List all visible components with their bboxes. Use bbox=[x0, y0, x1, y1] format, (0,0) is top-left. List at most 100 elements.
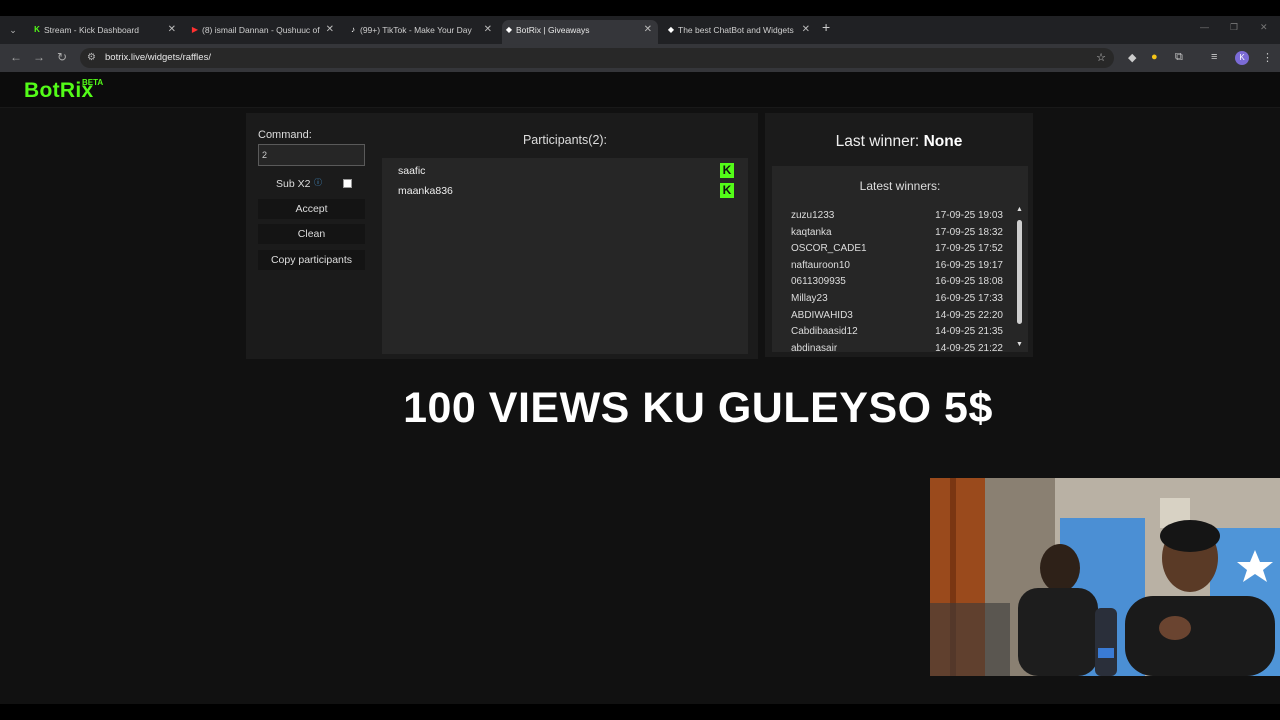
tab-title: Stream - Kick Dashboard bbox=[44, 25, 139, 35]
profile-avatar[interactable]: K bbox=[1235, 51, 1249, 65]
participant-name: maanka836 bbox=[398, 185, 453, 197]
participant-name: saafic bbox=[398, 165, 426, 177]
new-tab-plus-icon[interactable]: + bbox=[822, 19, 830, 35]
webcam-video bbox=[930, 478, 1280, 676]
kick-icon: K bbox=[720, 183, 734, 198]
participants-list[interactable]: saafic K maanka836 K bbox=[382, 158, 748, 354]
bottom-black-strip bbox=[0, 704, 1280, 720]
winner-name: ABDIWAHID3 bbox=[791, 309, 853, 321]
extensions-puzzle-icon[interactable]: ⧉ bbox=[1175, 51, 1183, 64]
forward-arrow-icon[interactable]: → bbox=[33, 50, 45, 64]
maximize-icon[interactable]: ❐ bbox=[1230, 22, 1238, 33]
winner-name: Cabdibaasid12 bbox=[791, 326, 858, 338]
tab-search-chevron-icon[interactable]: ⌄ bbox=[4, 21, 22, 39]
page-content: BotRix BETA Command: Sub X2 ⓘ Accept Cle… bbox=[0, 72, 1280, 704]
kick-icon: K bbox=[34, 25, 40, 34]
media-controls-icon[interactable]: ≡ bbox=[1211, 51, 1217, 63]
participant-row[interactable]: saafic K bbox=[398, 163, 734, 181]
winner-row: zuzu1233 17-09-25 19:03 bbox=[791, 210, 1003, 226]
extension-badge-icon[interactable]: ● bbox=[1151, 51, 1158, 63]
close-icon[interactable]: ✕ bbox=[644, 20, 652, 40]
last-winner-value: None bbox=[923, 133, 963, 150]
beta-badge: BETA bbox=[82, 78, 104, 87]
latest-winners-title: Latest winners: bbox=[859, 179, 941, 193]
participant-row[interactable]: maanka836 K bbox=[398, 183, 734, 201]
winner-panel: Last winner: None Latest winners: zuzu12… bbox=[765, 113, 1033, 357]
winner-row: naftauroon10 16-09-25 19:17 bbox=[791, 260, 1003, 276]
winner-row: Millay23 16-09-25 17:33 bbox=[791, 293, 1003, 309]
tab-youtube[interactable]: ▶ (8) ismail Dannan - Qushuuc of ✕ bbox=[188, 20, 340, 44]
winner-date: 14-09-25 22:20 bbox=[935, 309, 1003, 321]
winner-date: 14-09-25 21:35 bbox=[935, 326, 1003, 338]
raffle-panel: Command: Sub X2 ⓘ Accept Clean Copy part… bbox=[246, 113, 758, 359]
winner-name: abdinasair bbox=[791, 342, 838, 352]
window-close-icon[interactable]: ✕ bbox=[1260, 22, 1268, 33]
winner-date: 16-09-25 19:17 bbox=[935, 259, 1003, 271]
latest-winners-box: Latest winners: zuzu1233 17-09-25 19:03 ka… bbox=[772, 166, 1028, 352]
winners-scrollbar[interactable]: ▲ ▼ bbox=[1015, 206, 1024, 352]
close-icon[interactable]: ✕ bbox=[802, 20, 810, 40]
tab-kick-dashboard[interactable]: K Stream - Kick Dashboard ✕ bbox=[30, 20, 182, 44]
sub-x2-label: Sub X2 bbox=[276, 178, 311, 190]
winner-date: 17-09-25 17:52 bbox=[935, 243, 1003, 255]
bookmark-star-icon[interactable]: ☆ bbox=[1096, 51, 1106, 64]
winner-date: 16-09-25 17:33 bbox=[935, 293, 1003, 304]
winner-name: zuzu1233 bbox=[791, 210, 835, 221]
winner-name: 0611309935 bbox=[791, 276, 846, 288]
address-bar[interactable]: ⚙ botrix.live/widgets/raffles/ ☆ bbox=[80, 48, 1114, 68]
clean-button[interactable]: Clean bbox=[258, 224, 365, 244]
tab-title: (8) ismail Dannan - Qushuuc of bbox=[202, 25, 320, 35]
winner-row: abdinasair 14-09-25 21:22 bbox=[791, 343, 1003, 352]
botrix-icon: ◆ bbox=[505, 25, 513, 34]
youtube-icon: ▶ bbox=[191, 25, 199, 34]
close-icon[interactable]: ✕ bbox=[484, 20, 492, 40]
browser-tab-bar: ⌄ K Stream - Kick Dashboard ✕ ▶ (8) isma… bbox=[0, 16, 1280, 44]
accept-button[interactable]: Accept bbox=[258, 199, 365, 219]
sub-x2-checkbox[interactable] bbox=[343, 179, 352, 188]
back-arrow-icon[interactable]: ← bbox=[10, 50, 22, 64]
top-black-strip bbox=[0, 0, 1280, 16]
last-winner-label: Last winner: bbox=[835, 133, 920, 150]
reload-icon[interactable]: ↻ bbox=[57, 50, 67, 64]
site-settings-icon[interactable]: ⚙ bbox=[87, 52, 96, 63]
browser-toolbar: ← → ↻ ⚙ botrix.live/widgets/raffles/ ☆ ◆… bbox=[0, 44, 1280, 72]
winner-name: naftauroon10 bbox=[791, 259, 850, 271]
winner-row: ABDIWAHID3 14-09-25 22:20 bbox=[791, 310, 1003, 326]
stream-overlay-text: 100 VIEWS KU GULEYSO 5$ bbox=[403, 384, 993, 432]
kick-icon: K bbox=[720, 163, 734, 178]
info-icon[interactable]: ⓘ bbox=[314, 177, 322, 188]
tiktok-icon: ♪ bbox=[351, 25, 355, 34]
last-winner: Last winner: None bbox=[765, 133, 1033, 151]
url-text: botrix.live/widgets/raffles/ bbox=[105, 52, 211, 63]
webcam-scene bbox=[930, 478, 1280, 676]
winner-row: 0611309935 16-09-25 18:08 bbox=[791, 276, 1003, 292]
command-input[interactable] bbox=[258, 144, 365, 166]
winner-date: 17-09-25 19:03 bbox=[935, 210, 1003, 221]
minimize-icon[interactable]: — bbox=[1200, 22, 1209, 32]
participants-title: Participants(2): bbox=[522, 133, 608, 147]
command-label: Command: bbox=[258, 129, 312, 141]
winner-date: 14-09-25 21:22 bbox=[935, 342, 1003, 352]
tab-title: BotRix | Giveaways bbox=[516, 25, 590, 35]
latest-winners-list[interactable]: zuzu1233 17-09-25 19:03 kaqtanka 17-09-25 1… bbox=[772, 210, 1016, 352]
winner-date: 17-09-25 18:32 bbox=[935, 226, 1003, 238]
tab-botrix-chatbot[interactable]: ◆ The best ChatBot and Widgets ✕ bbox=[664, 20, 816, 44]
winner-name: kaqtanka bbox=[791, 226, 832, 238]
winner-date: 16-09-25 18:08 bbox=[935, 276, 1003, 288]
menu-kebab-icon[interactable]: ⋮ bbox=[1262, 51, 1273, 64]
botrix-extension-icon[interactable]: ◆ bbox=[1128, 51, 1136, 64]
scroll-down-icon[interactable]: ▼ bbox=[1015, 341, 1024, 348]
winner-name: Millay23 bbox=[791, 293, 828, 304]
tab-tiktok[interactable]: ♪ (99+) TikTok - Make Your Day ✕ bbox=[346, 20, 498, 44]
tab-title: (99+) TikTok - Make Your Day bbox=[360, 25, 472, 35]
tab-title: The best ChatBot and Widgets bbox=[678, 25, 794, 35]
scroll-up-icon[interactable]: ▲ bbox=[1015, 206, 1024, 213]
copy-participants-button[interactable]: Copy participants bbox=[258, 250, 365, 270]
close-icon[interactable]: ✕ bbox=[168, 20, 176, 40]
tab-botrix-giveaways[interactable]: ◆ BotRix | Giveaways ✕ bbox=[502, 20, 658, 44]
winner-row: Cabdibaasid12 14-09-25 21:35 bbox=[791, 326, 1003, 342]
winner-name: OSCOR_CADE1 bbox=[791, 243, 867, 255]
botrix-icon: ◆ bbox=[667, 25, 675, 34]
close-icon[interactable]: ✕ bbox=[326, 20, 334, 40]
scrollbar-thumb[interactable] bbox=[1017, 220, 1022, 324]
